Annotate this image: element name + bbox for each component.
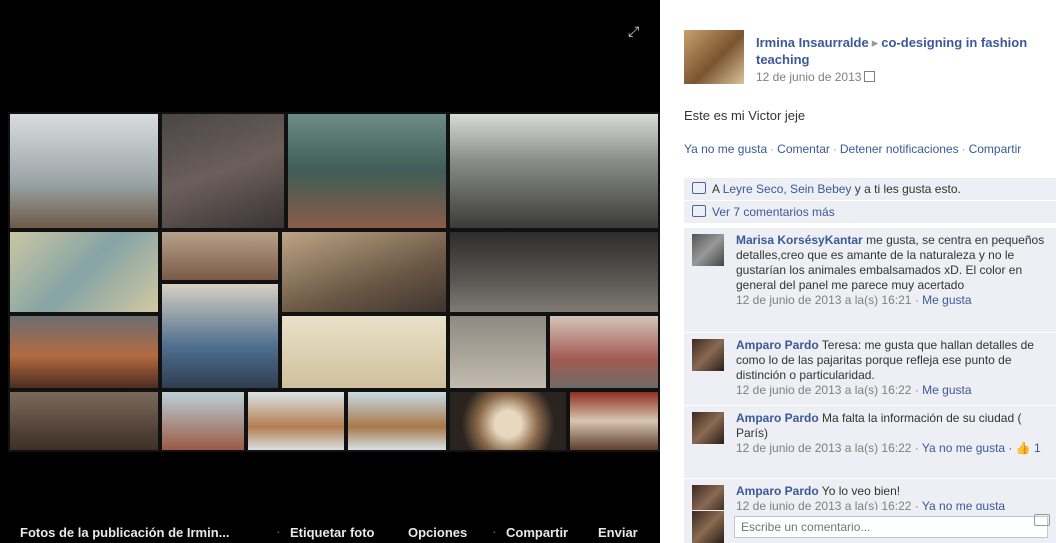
- likes-suffix: y a ti les gusta esto.: [851, 182, 961, 196]
- commenter-name-link[interactable]: Marisa KorsésyKantar: [736, 233, 863, 247]
- comment-timestamp[interactable]: 12 de junio de 2013 a la(s) 16:22 ·: [736, 383, 922, 397]
- collage-tile: [448, 112, 660, 230]
- post-actions: Ya no me gusta · Comentar · Detener notifica…: [684, 142, 1022, 156]
- commenter-avatar[interactable]: [692, 234, 724, 266]
- comment-timestamp[interactable]: 12 de junio de 2013 a la(s) 16:21 ·: [736, 293, 922, 307]
- separator: ·: [276, 524, 281, 539]
- post-text: Este es mi Victor jeje: [684, 108, 806, 123]
- post-header: Irmina Insaurralde ▸ co-designing in fashi…: [756, 34, 1056, 68]
- comment-timestamp[interactable]: 12 de junio de 2013 a la(s) 16:22 ·: [736, 499, 922, 510]
- commenter-avatar[interactable]: [692, 485, 724, 510]
- likes-summary: A Leyre Seco, Sein Bebey y a ti les gust…: [684, 178, 1056, 200]
- expand-icon[interactable]: ⤢: [628, 24, 642, 38]
- likers-link[interactable]: Leyre Seco, Sein Bebey: [723, 182, 852, 196]
- post-date: 12 de junio de 2013: [756, 70, 876, 84]
- thumbs-up-icon: [692, 182, 706, 194]
- collage-tile: [160, 390, 246, 452]
- collage-tile: [568, 390, 660, 452]
- commenter-avatar[interactable]: [692, 339, 724, 371]
- collage-tile: [8, 112, 160, 230]
- author-avatar[interactable]: [684, 30, 744, 84]
- tag-photo-link[interactable]: Etiquetar foto: [290, 525, 375, 540]
- stop-notifications-link[interactable]: Detener notificaciones: [840, 142, 959, 156]
- collage-tile: [280, 230, 448, 314]
- comment-input[interactable]: [734, 516, 1048, 538]
- collage-tile: [448, 314, 548, 390]
- comment-unlike-link[interactable]: Ya no me gusta: [922, 441, 1005, 455]
- post-date-text[interactable]: 12 de junio de 2013: [756, 70, 861, 84]
- my-avatar: [692, 511, 724, 543]
- view-more-label[interactable]: Ver 7 comentarios más: [712, 205, 835, 219]
- commenter-name-link[interactable]: Amparo Pardo: [736, 484, 819, 498]
- options-link[interactable]: Opciones: [408, 525, 467, 540]
- commenter-name-link[interactable]: Amparo Pardo: [736, 338, 819, 352]
- collage-photo[interactable]: [8, 112, 660, 452]
- comment-timestamp[interactable]: 12 de junio de 2013 a la(s) 16:22 ·: [736, 441, 922, 455]
- comment: Amparo Pardo Ma falta la información de …: [684, 406, 1056, 478]
- collage-tile: [280, 314, 448, 390]
- send-link[interactable]: Enviar: [598, 525, 638, 540]
- calendar-icon: [864, 71, 876, 82]
- comment: Amparo Pardo Yo lo veo bien! 12 de junio …: [684, 479, 1056, 510]
- collage-tile: [246, 390, 346, 452]
- collage-tile: [8, 230, 160, 314]
- comment-text: Yo lo veo bien!: [818, 484, 901, 498]
- likes-prefix: A: [712, 182, 720, 196]
- collage-tile: [346, 390, 448, 452]
- collage-tile: [8, 314, 160, 390]
- photo-caption[interactable]: Fotos de la publicación de Irmin...: [20, 525, 229, 540]
- unlike-link[interactable]: Ya no me gusta: [684, 142, 767, 156]
- share-link[interactable]: Compartir: [506, 525, 568, 540]
- photo-viewer: ⤢ Fotos de la publicación de Irmin... · …: [0, 0, 660, 543]
- collage-tile: [286, 112, 448, 230]
- collage-tile: [160, 282, 280, 390]
- collage-tile: [160, 112, 286, 230]
- comment-link[interactable]: Comentar: [777, 142, 830, 156]
- view-more-comments[interactable]: Ver 7 comentarios más: [684, 201, 1056, 223]
- collage-tile: [548, 314, 660, 390]
- comment: Amparo Pardo Teresa: me gusta que hallan…: [684, 333, 1056, 405]
- comment-unlike-link[interactable]: Ya no me gusta: [922, 499, 1005, 510]
- comment-like-count[interactable]: · 👍 1: [1005, 441, 1040, 455]
- commenter-name-link[interactable]: Amparo Pardo: [736, 411, 819, 425]
- comment-composer: [684, 510, 1056, 543]
- share-post-link[interactable]: Compartir: [969, 142, 1022, 156]
- comment-like-link[interactable]: Me gusta: [922, 293, 971, 307]
- commenter-avatar[interactable]: [692, 412, 724, 444]
- collage-tile: [448, 390, 568, 452]
- photo-action-bar: Fotos de la publicación de Irmin... · Et…: [0, 518, 660, 543]
- separator: ·: [492, 524, 497, 539]
- collage-tile: [8, 390, 160, 452]
- comment-like-link[interactable]: Me gusta: [922, 383, 971, 397]
- arrow-right-icon: ▸: [871, 35, 879, 50]
- collage-tile: [448, 230, 660, 314]
- collage-tile: [160, 230, 280, 282]
- comment: Marisa KorsésyKantar me gusta, se centra…: [684, 228, 1056, 332]
- post-sidebar: Irmina Insaurralde ▸ co-designing in fashi…: [672, 0, 1059, 543]
- author-name-link[interactable]: Irmina Insaurralde: [756, 35, 869, 50]
- comment-bubble-icon: [692, 205, 706, 217]
- camera-icon[interactable]: [1034, 514, 1050, 526]
